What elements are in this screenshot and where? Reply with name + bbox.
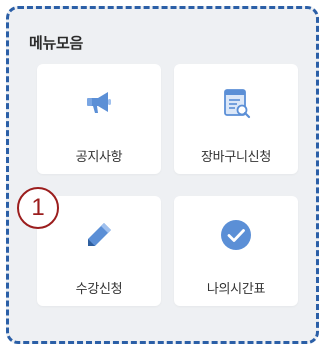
menu-item-my-timetable[interactable]: 나의시간표 [174,196,298,306]
menu-title: 메뉴모음 [29,34,84,52]
check-circle-icon [221,220,251,250]
menu-item-label: 공지사항 [75,150,123,165]
megaphone-icon [87,92,111,113]
menu-item-label: 수강신청 [75,282,123,297]
menu-item-cart-request[interactable]: 장바구니신청 [174,64,298,174]
menu-item-label: 나의시간표 [206,282,266,297]
document-search-icon [224,89,251,119]
menu-item-label: 장바구니신청 [201,150,271,165]
step-number-badge: 1 [17,187,59,229]
pencil-icon [88,223,111,246]
menu-item-notice[interactable]: 공지사항 [37,64,161,174]
